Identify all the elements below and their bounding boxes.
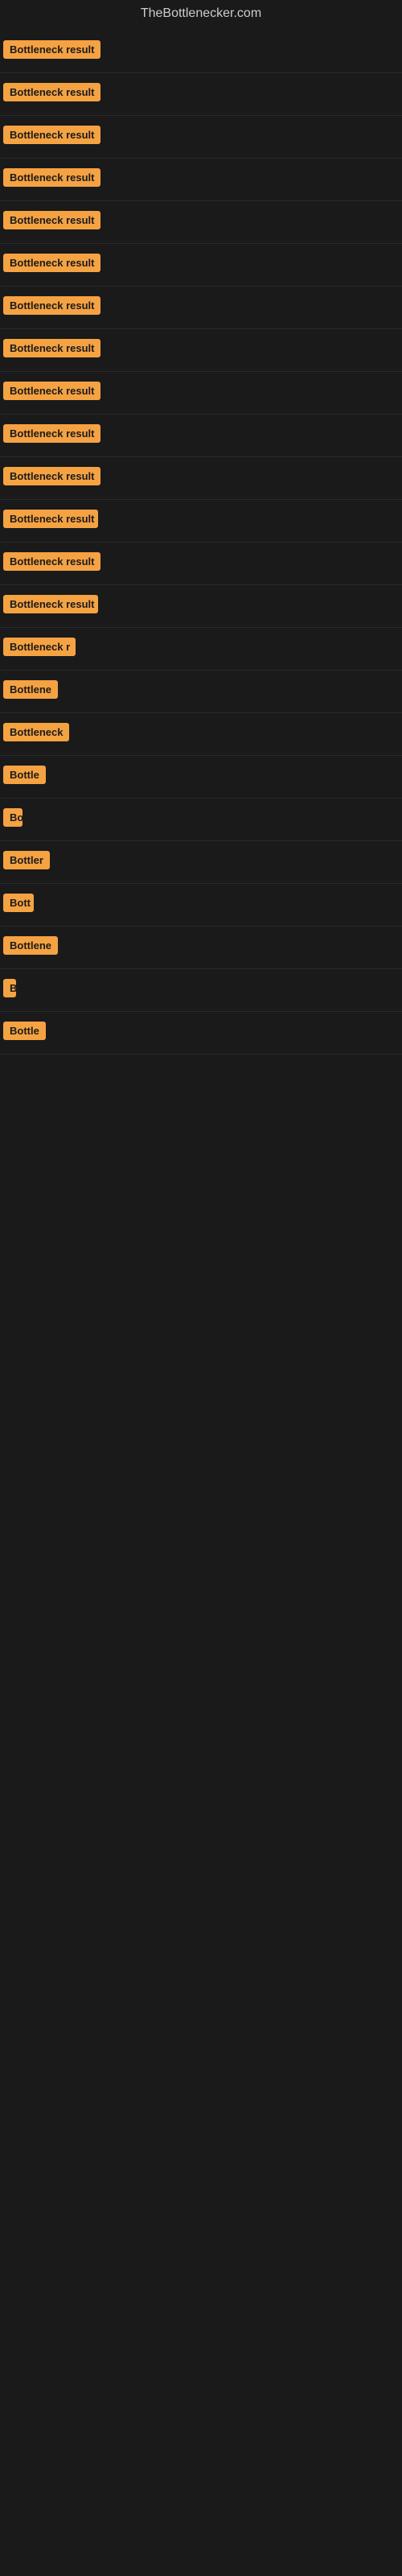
result-row: Bottleneck result [0, 159, 402, 201]
result-row: Bottler [0, 841, 402, 884]
bottleneck-badge[interactable]: Bottleneck r [3, 638, 76, 656]
result-row: B [0, 969, 402, 1012]
bottleneck-badge[interactable]: Bottle [3, 766, 46, 784]
bottleneck-badge[interactable]: Bottler [3, 851, 50, 869]
result-row: Bottle [0, 1012, 402, 1055]
bottleneck-badge[interactable]: Bottleneck result [3, 424, 100, 443]
bottleneck-badge[interactable]: Bottleneck result [3, 339, 100, 357]
result-row: Bottleneck result [0, 543, 402, 585]
bottleneck-badge[interactable]: Bo [3, 808, 23, 827]
bottleneck-badge[interactable]: Bottleneck [3, 723, 69, 741]
bottleneck-badge[interactable]: Bottle [3, 1022, 46, 1040]
result-row: Bottleneck result [0, 500, 402, 543]
result-row: Bottleneck result [0, 372, 402, 415]
result-row: Bottleneck result [0, 201, 402, 244]
bottleneck-badge[interactable]: Bottleneck result [3, 467, 100, 485]
result-row: Bottleneck r [0, 628, 402, 671]
result-row: Bottleneck result [0, 73, 402, 116]
bottleneck-badge[interactable]: Bottleneck result [3, 254, 100, 272]
result-row: Bottleneck result [0, 457, 402, 500]
bottleneck-badge[interactable]: Bott [3, 894, 34, 912]
bottleneck-badge[interactable]: Bottleneck result [3, 83, 100, 101]
bottleneck-badge[interactable]: Bottleneck result [3, 296, 100, 315]
result-row: Bo [0, 799, 402, 841]
site-title: TheBottlenecker.com [0, 0, 402, 31]
result-row: Bottleneck result [0, 244, 402, 287]
bottleneck-badge[interactable]: Bottleneck result [3, 552, 100, 571]
bottleneck-badge[interactable]: Bottlene [3, 680, 58, 699]
bottleneck-badge[interactable]: Bottleneck result [3, 168, 100, 187]
result-row: Bottlene [0, 671, 402, 713]
bottleneck-badge[interactable]: Bottleneck result [3, 382, 100, 400]
bottleneck-badge[interactable]: Bottleneck result [3, 40, 100, 59]
badges-list: Bottleneck result Bottleneck result Bottle… [0, 31, 402, 1055]
bottleneck-badge[interactable]: Bottleneck result [3, 211, 100, 229]
bottleneck-badge[interactable]: Bottleneck result [3, 595, 98, 613]
bottleneck-badge[interactable]: Bottlene [3, 936, 58, 955]
bottleneck-badge[interactable]: B [3, 979, 16, 997]
result-row: Bott [0, 884, 402, 927]
result-row: Bottleneck result [0, 287, 402, 329]
result-row: Bottleneck result [0, 415, 402, 457]
bottleneck-badge[interactable]: Bottleneck result [3, 126, 100, 144]
result-row: Bottleneck result [0, 585, 402, 628]
bottleneck-badge[interactable]: Bottleneck result [3, 510, 98, 528]
result-row: Bottleneck result [0, 31, 402, 73]
result-row: Bottleneck result [0, 116, 402, 159]
result-row: Bottlene [0, 927, 402, 969]
result-row: Bottle [0, 756, 402, 799]
result-row: Bottleneck [0, 713, 402, 756]
result-row: Bottleneck result [0, 329, 402, 372]
